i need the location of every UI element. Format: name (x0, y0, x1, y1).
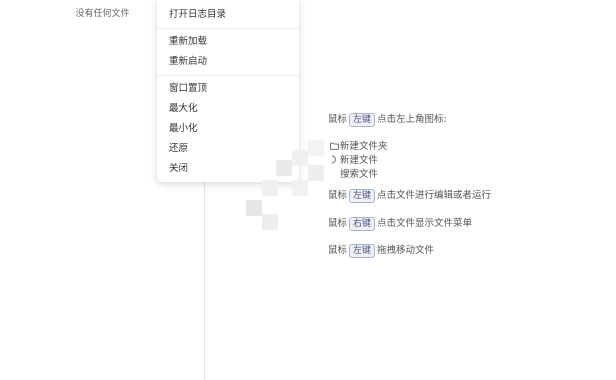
hint-text: 鼠标 (328, 114, 348, 125)
menu-item-minimize[interactable]: 最小化 (169, 122, 198, 136)
menu-item-maximize[interactable]: 最大化 (169, 102, 198, 116)
menu-item-restore[interactable]: 还原 (169, 142, 188, 156)
main-area: 鼠标 左键 点击左上角图标: 新建文件夹 新建文件 搜索文件 鼠标 左键 点击文件进行编… (206, 0, 616, 380)
hint-left-click-top-left-icon: 鼠标 左键 点击左上角图标: (328, 113, 447, 127)
hint-right-click-show-menu: 鼠标 右键 点击文件显示文件菜单 (328, 217, 473, 231)
left-key-badge: 左键 (349, 113, 376, 127)
hint-left-click-edit-run: 鼠标 左键 点击文件进行编辑或者运行 (328, 189, 492, 203)
menu-item-restart[interactable]: 重新启动 (169, 55, 207, 69)
menu-item-always-on-top[interactable]: 窗口置顶 (169, 82, 207, 96)
menu-item-reload[interactable]: 重新加载 (169, 35, 207, 49)
new-file-icon (328, 154, 340, 168)
hint-new-file: 新建文件 (328, 154, 378, 168)
left-key-badge: 左键 (349, 189, 376, 203)
hint-left-drag-move: 鼠标 左键 拖拽移动文件 (328, 244, 435, 258)
menu-item-close[interactable]: 关闭 (169, 162, 188, 176)
hint-search-file: 搜索文件 (340, 169, 379, 180)
folder-icon (328, 140, 340, 154)
right-key-badge: 右键 (349, 217, 376, 231)
left-key-badge: 左键 (349, 244, 376, 258)
hint-text: 点击左上角图标: (377, 114, 447, 125)
hint-new-folder: 新建文件夹 (328, 140, 388, 154)
